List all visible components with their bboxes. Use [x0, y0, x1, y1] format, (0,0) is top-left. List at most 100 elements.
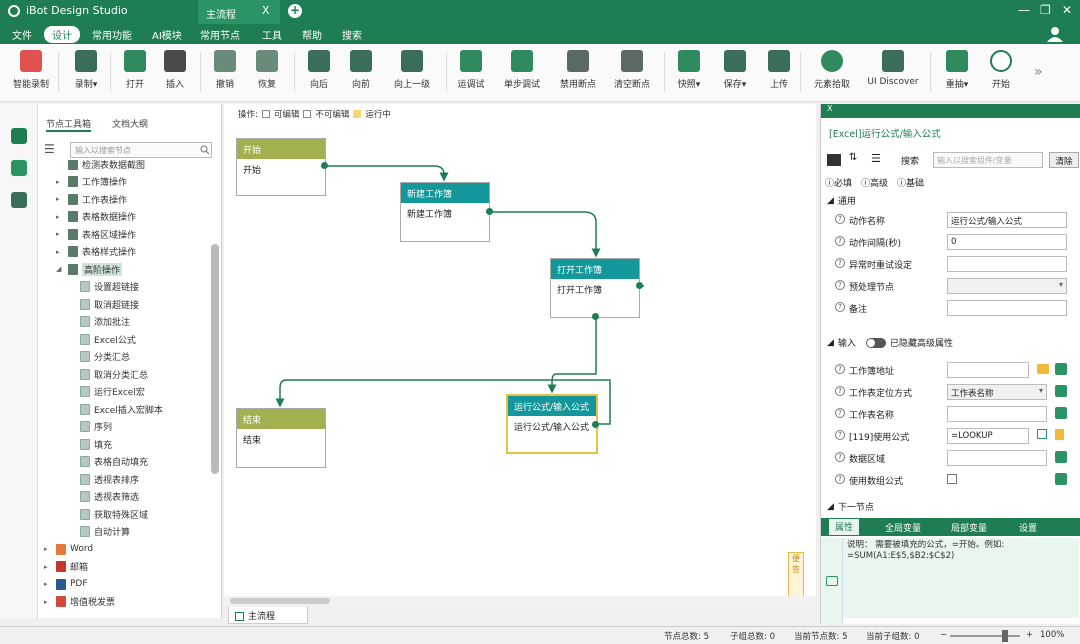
new-tab-icon[interactable]: +: [288, 4, 302, 18]
tree-group-item[interactable]: ▸ 表格样式操作: [56, 244, 136, 260]
tree-leaf-item[interactable]: 分类汇总: [80, 349, 130, 365]
tree-leaf-item[interactable]: Excel公式: [80, 331, 136, 347]
menu-common-nodes[interactable]: 常用节点: [200, 27, 240, 42]
undo-button[interactable]: 撤销: [210, 48, 240, 90]
excel-icon[interactable]: [1055, 385, 1067, 397]
excel-icon[interactable]: [1055, 451, 1067, 463]
toolbox-search-input[interactable]: 输入以搜索节点: [70, 142, 212, 158]
smart-record-button[interactable]: 智能录制: [10, 48, 52, 90]
save-button[interactable]: 保存▾: [718, 48, 752, 90]
clear-button[interactable]: 清除: [1049, 152, 1079, 168]
tree-leaf-item[interactable]: 透视表筛选: [80, 489, 139, 505]
menu-ai-module[interactable]: AI模块: [152, 27, 182, 42]
port-run-formula-out[interactable]: [592, 421, 599, 428]
node-start[interactable]: 开始 开始: [236, 138, 326, 196]
tree-group-item[interactable]: ◢ 高阶操作: [56, 261, 123, 277]
tree-leaf-item[interactable]: 取消超链接: [80, 296, 139, 312]
tree-leaf-item[interactable]: 自动计算: [80, 524, 130, 540]
tree-leaf-item[interactable]: 获取特殊区域: [80, 506, 148, 522]
collapse-icon[interactable]: ☰: [871, 152, 881, 165]
category-view-icon[interactable]: [827, 154, 841, 166]
zoom-slider[interactable]: [950, 635, 1020, 637]
node-open-workbook[interactable]: 打开工作簿 打开工作簿: [550, 258, 640, 318]
tab-document-outline[interactable]: 文档大纲: [112, 117, 148, 130]
restore-icon[interactable]: ❐: [1040, 3, 1051, 17]
section-next-node[interactable]: ◢ 下一节点: [827, 500, 874, 514]
tree-group-item[interactable]: ▸ 增值税发票: [44, 594, 115, 610]
tab-settings[interactable]: 设置: [1019, 521, 1037, 534]
tree-group-item[interactable]: ▸ 邮箱: [44, 559, 88, 575]
tab-main-flow-bottom[interactable]: 主流程: [228, 607, 308, 624]
preprocess-dropdown[interactable]: [947, 278, 1067, 294]
menu-search[interactable]: 搜索: [342, 27, 362, 42]
menu-tools[interactable]: 工具: [262, 27, 282, 42]
tree-leaf-item[interactable]: 取消分类汇总: [80, 366, 148, 382]
sheet-locate-dropdown[interactable]: 工作表名称: [947, 384, 1047, 400]
step-debug-button[interactable]: 单步调试: [500, 48, 544, 90]
element-pick-button[interactable]: 元素拾取: [810, 48, 854, 90]
tree-group-item[interactable]: ▸ 表格数据操作: [56, 209, 136, 225]
back-button[interactable]: 向后: [304, 48, 334, 90]
variables-rail-icon[interactable]: [11, 192, 27, 208]
action-name-field[interactable]: 运行公式/输入公式: [947, 212, 1067, 228]
more-icon[interactable]: »: [1034, 64, 1043, 80]
port-start-out[interactable]: [321, 162, 328, 169]
canvas-hscrollbar[interactable]: [224, 596, 816, 606]
zoom-slider-handle[interactable]: [1002, 630, 1008, 642]
debug-button[interactable]: 运调试: [454, 48, 488, 90]
retry-field[interactable]: [947, 256, 1067, 272]
redo-button[interactable]: 恢复: [252, 48, 282, 90]
tab-node-toolbox[interactable]: 节点工具箱: [46, 117, 92, 132]
tree-leaf-item[interactable]: 设置超链接: [80, 279, 139, 295]
section-general[interactable]: ◢ 通用: [827, 194, 856, 208]
layers-rail-icon[interactable]: [11, 160, 27, 176]
upload-button[interactable]: 上传: [764, 48, 794, 90]
redraw-button[interactable]: 重抽▾: [940, 48, 974, 90]
tree-group-item[interactable]: ▸ 工作簿操作: [56, 174, 127, 190]
tree-group-item[interactable]: ▸ PDF: [44, 576, 88, 592]
snapshot-button[interactable]: 快照▾: [672, 48, 706, 90]
user-icon[interactable]: [1046, 26, 1064, 43]
ui-discover-button[interactable]: UI Discover: [866, 48, 920, 87]
excel-icon[interactable]: [1055, 407, 1067, 419]
node-run-formula[interactable]: 运行公式/输入公式 运行公式/输入公式: [506, 394, 598, 454]
section-input[interactable]: ◢ 输入 已隐藏高级属性: [827, 336, 953, 349]
chat-icon[interactable]: [826, 576, 838, 586]
tab-local-vars[interactable]: 局部变量: [951, 521, 987, 534]
tree-leaf-item[interactable]: Excel插入宏脚本: [80, 401, 163, 417]
node-new-workbook[interactable]: 新建工作簿 新建工作簿: [400, 182, 490, 242]
formula-field[interactable]: =LOOKUP: [947, 428, 1029, 444]
insert-button[interactable]: 插入: [160, 48, 190, 90]
tree-leaf-item[interactable]: 运行Excel宏: [80, 384, 145, 400]
open-button[interactable]: 打开: [120, 48, 150, 90]
mode-basic[interactable]: ⓘ基础: [897, 176, 924, 189]
data-range-field[interactable]: [947, 450, 1047, 466]
excel-icon[interactable]: [1055, 363, 1067, 375]
node-end[interactable]: 结束 结束: [236, 408, 326, 468]
tree-leaf-item[interactable]: 透视表排序: [80, 471, 139, 487]
close-icon[interactable]: ✕: [1062, 3, 1072, 17]
menu-file[interactable]: 文件: [12, 27, 32, 42]
port-open-workbook-bottom[interactable]: [592, 313, 599, 320]
sort-icon[interactable]: ☰: [44, 142, 62, 158]
menu-design[interactable]: 设计: [44, 26, 80, 43]
sheet-name-field[interactable]: [947, 406, 1047, 422]
workbook-path-field[interactable]: [947, 362, 1029, 378]
mode-advanced[interactable]: ⓘ高级: [861, 176, 888, 189]
tab-properties[interactable]: 属性: [829, 519, 860, 535]
forward-button[interactable]: 向前: [346, 48, 376, 90]
tree-group-item[interactable]: 检测表数据截图: [56, 160, 145, 172]
tree-leaf-item[interactable]: 表格自动填充: [80, 454, 148, 470]
edit-icon[interactable]: [1037, 429, 1047, 439]
tree-leaf-item[interactable]: 填充: [80, 436, 112, 452]
port-open-workbook-out[interactable]: [636, 282, 643, 289]
disable-breakpoint-button[interactable]: 禁用断点: [556, 48, 600, 90]
menu-common-functions[interactable]: 常用功能: [92, 27, 132, 42]
tree-leaf-item[interactable]: 添加批注: [80, 314, 130, 330]
tree-group-item[interactable]: ▸ 表格区域操作: [56, 226, 136, 242]
zoom-in-button[interactable]: +: [1026, 630, 1033, 640]
toolbox-rail-icon[interactable]: [11, 128, 27, 144]
record-dropdown-button[interactable]: 录制▾: [68, 48, 104, 90]
zoom-out-button[interactable]: −: [940, 630, 947, 640]
flow-canvas[interactable]: 操作: 可编辑 不可编辑 运行中 开始 开始 新建工作簿 新建工作簿 打开工作簿…: [224, 104, 816, 606]
